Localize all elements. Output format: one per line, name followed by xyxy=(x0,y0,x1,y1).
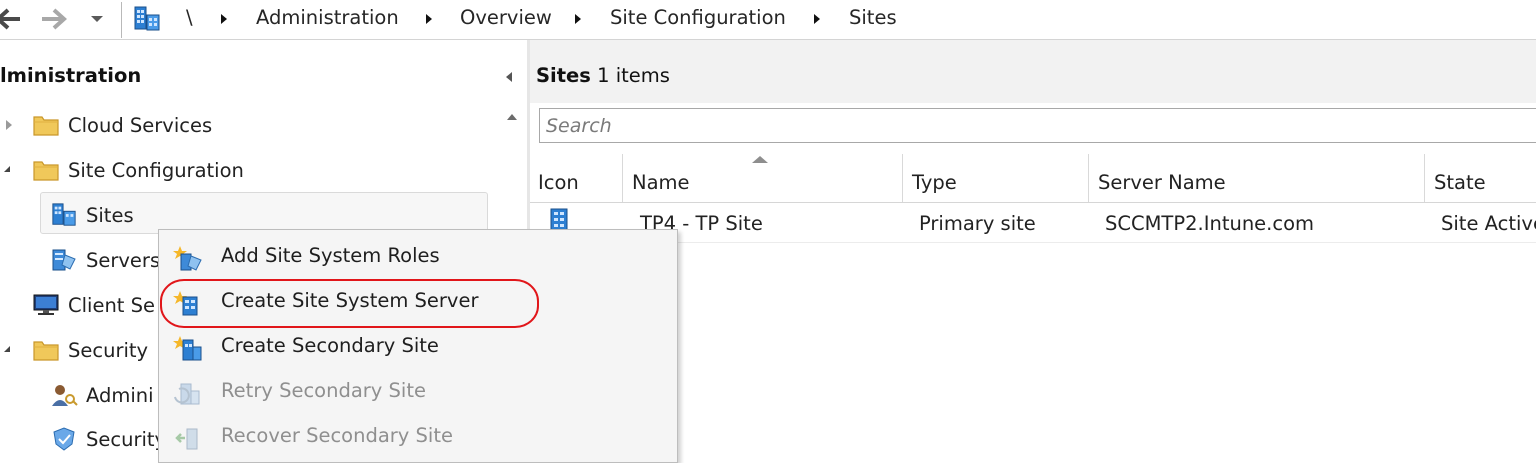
results-count: 1 items xyxy=(590,64,670,87)
tree-item-security[interactable]: Security xyxy=(4,330,149,370)
tree-item-sites[interactable]: Sites xyxy=(50,195,134,235)
back-arrow-icon xyxy=(0,8,20,30)
column-header-type[interactable]: Type xyxy=(902,154,1088,202)
history-dropdown-button[interactable] xyxy=(86,0,108,38)
collapse-pane-icon[interactable] xyxy=(506,72,512,82)
forward-button[interactable] xyxy=(36,0,70,38)
breadcrumb-administration[interactable]: Administration xyxy=(256,6,399,29)
scroll-up-icon[interactable] xyxy=(507,114,517,120)
results-header: Sites 1 items xyxy=(530,40,1536,103)
tree-item-servers[interactable]: Servers xyxy=(50,240,160,280)
tree-item-site-configuration[interactable]: Site Configuration xyxy=(4,150,244,190)
menu-item-retry-secondary-site[interactable]: Retry Secondary Site xyxy=(159,371,677,415)
forward-arrow-icon xyxy=(42,8,67,30)
tree-item-label: Cloud Services xyxy=(68,113,213,137)
menu-item-add-site-system-roles[interactable]: Add Site System Roles xyxy=(159,236,677,280)
toolbar-separator xyxy=(121,2,122,38)
monitor-icon xyxy=(33,294,59,315)
menu-item-label: Create Secondary Site xyxy=(221,334,439,357)
sites-icon xyxy=(134,6,160,31)
back-button[interactable] xyxy=(0,0,24,38)
navigation-pane-title: lministration xyxy=(0,64,142,87)
folder-icon xyxy=(33,341,59,361)
recover-secondary-site-icon xyxy=(175,428,198,450)
folder-icon xyxy=(33,161,59,181)
breadcrumb-site-configuration[interactable]: Site Configuration xyxy=(610,6,786,29)
servers-icon xyxy=(52,249,76,271)
address-bar: \ Administration Overview Site Configura… xyxy=(0,0,1536,40)
breadcrumb-separator-icon[interactable] xyxy=(814,14,820,24)
breadcrumb-separator-icon[interactable] xyxy=(221,14,227,24)
breadcrumb-sites[interactable]: Sites xyxy=(849,6,897,29)
tree-item-client-settings[interactable]: Client Se xyxy=(32,285,155,325)
folder-icon xyxy=(33,116,59,136)
create-site-system-server-icon xyxy=(173,291,198,316)
breadcrumb-overview[interactable]: Overview xyxy=(460,6,552,29)
create-secondary-site-icon xyxy=(173,336,202,361)
results-pane: Sites 1 items Icon Name Type Server Name… xyxy=(530,40,1536,463)
search-input[interactable] xyxy=(539,108,1536,143)
sort-ascending-icon xyxy=(752,156,768,163)
tree-item-label: Security xyxy=(86,427,167,451)
menu-item-label: Recover Secondary Site xyxy=(221,424,453,447)
tree-item-label: Servers xyxy=(86,248,161,272)
menu-item-label: Add Site System Roles xyxy=(221,244,440,267)
collapse-arrow-icon[interactable] xyxy=(4,346,10,352)
results-title: Sites 1 items xyxy=(536,64,670,87)
column-header-server-name[interactable]: Server Name xyxy=(1088,154,1424,202)
menu-item-label: Retry Secondary Site xyxy=(221,379,426,402)
results-title-name: Sites xyxy=(536,64,591,87)
cell-state: Site Active xyxy=(1441,212,1536,235)
retry-secondary-site-icon xyxy=(174,383,200,405)
tree-item-cloud-services[interactable]: Cloud Services xyxy=(6,105,212,145)
context-menu: Add Site System Roles Create Site System… xyxy=(158,229,678,463)
cell-server-name: SCCMTP2.Intune.com xyxy=(1105,212,1315,235)
security-scopes-icon xyxy=(53,427,75,451)
collapse-arrow-icon[interactable] xyxy=(4,166,10,172)
chevron-down-icon xyxy=(91,16,103,22)
table-row[interactable]: TP4 - TP Site Primary site SCCMTP2.Intun… xyxy=(530,203,1536,243)
tree-item-label: Security xyxy=(68,338,149,362)
tree-item-administrative-users[interactable]: Admini xyxy=(50,375,154,415)
breadcrumb: \ Administration Overview Site Configura… xyxy=(126,0,1536,38)
add-site-system-roles-icon xyxy=(173,246,202,271)
tree-item-label: Client Se xyxy=(68,293,156,317)
menu-item-label: Create Site System Server xyxy=(221,289,479,312)
grid-header: Icon Name Type Server Name State xyxy=(530,154,1536,203)
column-header-state[interactable]: State xyxy=(1424,154,1536,202)
tree-item-label: Sites xyxy=(86,203,134,227)
breadcrumb-separator-icon[interactable] xyxy=(426,14,432,24)
menu-item-recover-secondary-site[interactable]: Recover Secondary Site xyxy=(159,416,677,460)
cell-type: Primary site xyxy=(919,212,1036,235)
breadcrumb-separator-icon[interactable] xyxy=(575,14,581,24)
administrative-users-icon xyxy=(52,385,78,406)
tree-item-security-scopes[interactable]: Security xyxy=(50,419,166,459)
tree-item-label: Admini xyxy=(86,383,154,407)
tree-item-label: Site Configuration xyxy=(68,158,244,182)
expand-arrow-icon[interactable] xyxy=(6,120,12,130)
menu-item-create-site-system-server[interactable]: Create Site System Server xyxy=(159,281,677,325)
menu-item-create-secondary-site[interactable]: Create Secondary Site xyxy=(159,326,677,370)
breadcrumb-root[interactable]: \ xyxy=(186,6,193,29)
sites-icon xyxy=(52,203,76,226)
column-header-icon[interactable]: Icon xyxy=(530,154,622,202)
